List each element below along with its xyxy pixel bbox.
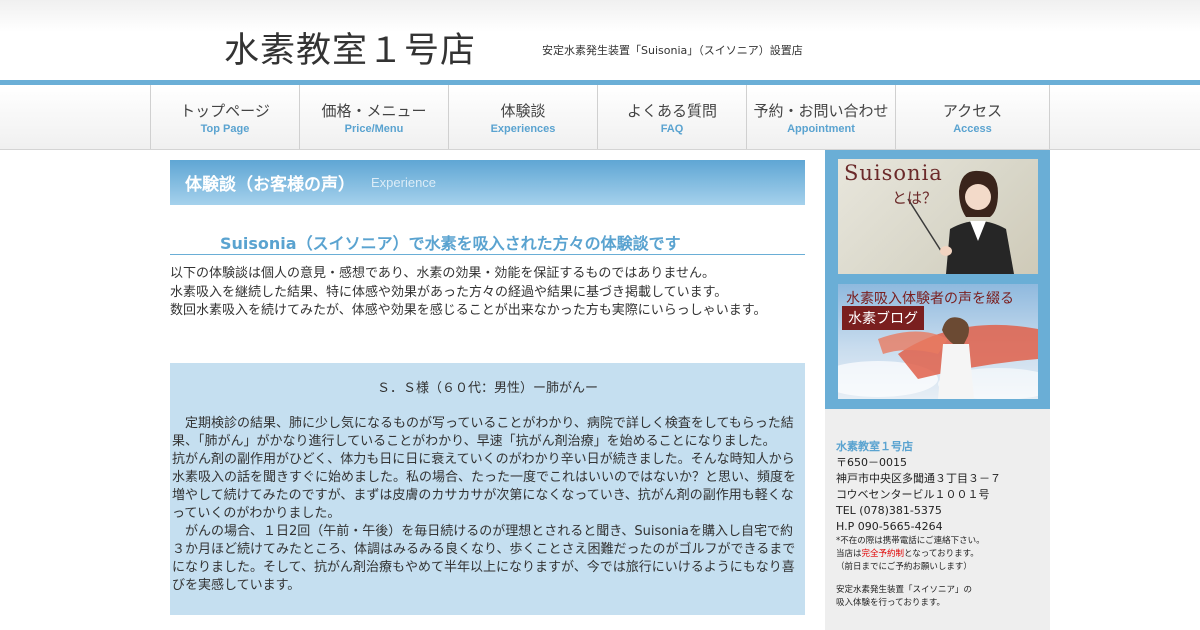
site-title[interactable]: 水素教室１号店 xyxy=(224,22,476,73)
shop-tel: TEL (078)381-5375 xyxy=(836,504,942,517)
intro-line: 数回水素吸入を続けてみたが、体感や効果を感じることが出来なかった方も実際にいらっ… xyxy=(170,303,767,318)
shop-info: 水素教室１号店 〒650－0015 神戸市中央区多聞通３丁目３－７ コウベセンタ… xyxy=(825,409,1050,630)
testimonial-body: 定期検診の結果、肺に少し気になるものが写っていることがわかり、病院で詳しく検査を… xyxy=(172,415,803,595)
nav-label-jp: アクセス xyxy=(942,102,1003,120)
shop-address-line: 神戸市中央区多聞通３丁目３－７ xyxy=(836,472,1001,485)
testimonial-paragraph: 抗がん剤の副作用がひどく、体力も日に日に衰えていくのがわかり辛い日が続きました。… xyxy=(172,452,797,521)
contact-note: *不在の際は携帯電話にご連絡下さい。 xyxy=(836,536,985,546)
nav-label-en: Experiences xyxy=(490,123,556,135)
reservation-only-emphasis: 完全予約制 xyxy=(861,549,905,559)
nav-label-jp: トップページ xyxy=(180,102,270,120)
testimonial-title: Ｓ．Ｓ様（６０代：男性）ー肺がんー xyxy=(376,381,598,396)
reservation-note-post: となっております。 xyxy=(904,549,979,559)
intro-disclaimer: 以下の体験談は個人の意見・感想であり、水素の効果・効能を保証するものではありませ… xyxy=(170,265,805,321)
shop-mobile: H.P 090-5665-4264 xyxy=(836,520,943,533)
nav-label-en: FAQ xyxy=(660,123,684,135)
nav-item-appointment[interactable]: 予約・お問い合わせ Appointment xyxy=(747,85,896,149)
shop-name: 水素教室１号店 xyxy=(836,440,913,453)
nav-item-access[interactable]: アクセス Access xyxy=(896,85,1050,149)
main-nav: トップページ Top Page 価格・メニュー Price/Menu 体験談 E… xyxy=(0,85,1200,150)
nav-label-en: Access xyxy=(953,123,992,135)
banner-tag: 水素ブログ xyxy=(842,306,924,330)
trial-note: 安定水素発生装置「スイソニア」の xyxy=(836,585,973,595)
nav-label-jp: 価格・メニュー xyxy=(321,102,427,120)
banner-title: Suisonia xyxy=(844,161,943,185)
reservation-note-pre: 当店は xyxy=(836,549,862,559)
intro-line: 以下の体験談は個人の意見・感想であり、水素の効果・効能を保証するものではありませ… xyxy=(170,266,715,281)
shop-postal-code: 〒650－0015 xyxy=(836,456,907,469)
intro-line: 水素吸入を継続した結果、特に体感や効果があった方々の経過や結果に基づき掲載してい… xyxy=(170,284,728,300)
nav-item-top-page[interactable]: トップページ Top Page xyxy=(151,85,300,149)
nav-item-experiences[interactable]: 体験談 Experiences xyxy=(449,85,598,149)
site-tagline: 安定水素発生装置「Suisonia」（スイソニア）設置店 xyxy=(542,44,803,57)
nav-label-en: Price/Menu xyxy=(344,123,404,135)
page-title-en: Experience xyxy=(371,175,437,190)
page-heading: 体験談（お客様の声） Experience xyxy=(170,160,805,205)
banner-subtitle: とは？ xyxy=(892,189,938,207)
nav-label-jp: よくある質問 xyxy=(626,102,717,120)
banner-title: 水素吸入体験者の声を綴る xyxy=(846,291,1014,307)
page-title: 体験談（お客様の声） xyxy=(185,175,355,195)
testimonial-paragraph: 定期検診の結果、肺に少し気になるものが写っていることがわかり、病院で詳しく検査を… xyxy=(172,416,794,449)
nav-label-en: Appointment xyxy=(787,123,855,135)
shop-address-line: コウベセンタービル１００１号 xyxy=(836,488,990,501)
nav-item-faq[interactable]: よくある質問 FAQ xyxy=(598,85,747,149)
hydrogen-blog-banner[interactable]: 水素吸入体験者の声を綴る 水素ブログ xyxy=(838,284,1038,399)
testimonial-paragraph: がんの場合、１日2回（午前・午後）を毎日続けるのが理想とされると聞き、Suiso… xyxy=(172,524,796,593)
reservation-deadline-note: （前日までにご予約お願いします） xyxy=(836,562,972,572)
suisonia-about-banner[interactable]: Suisonia とは？ xyxy=(838,159,1038,274)
nav-label-en: Top Page xyxy=(200,123,250,135)
nav-label-jp: 体験談 xyxy=(500,102,546,120)
reservation-note: 当店は完全予約制となっております。 xyxy=(836,548,1050,561)
testimonial-card: Ｓ．Ｓ様（６０代：男性）ー肺がんー 定期検診の結果、肺に少し気になるものが写って… xyxy=(170,363,805,615)
main-content: 体験談（お客様の声） Experience Suisonia（スイソニア）で水素… xyxy=(170,160,805,321)
nav-label-jp: 予約・お問い合わせ xyxy=(753,102,889,120)
section-subheading: Suisonia（スイソニア）で水素を吸入された方々の体験談です xyxy=(170,233,805,255)
sidebar-banners: Suisonia とは？ 水素吸入体験者の声を綴る 水素ブログ xyxy=(825,150,1050,409)
site-header: 水素教室１号店 安定水素発生装置「Suisonia」（スイソニア）設置店 xyxy=(0,0,1200,80)
trial-note: 吸入体験を行っております。 xyxy=(836,598,945,608)
nav-item-price-menu[interactable]: 価格・メニュー Price/Menu xyxy=(300,85,449,149)
